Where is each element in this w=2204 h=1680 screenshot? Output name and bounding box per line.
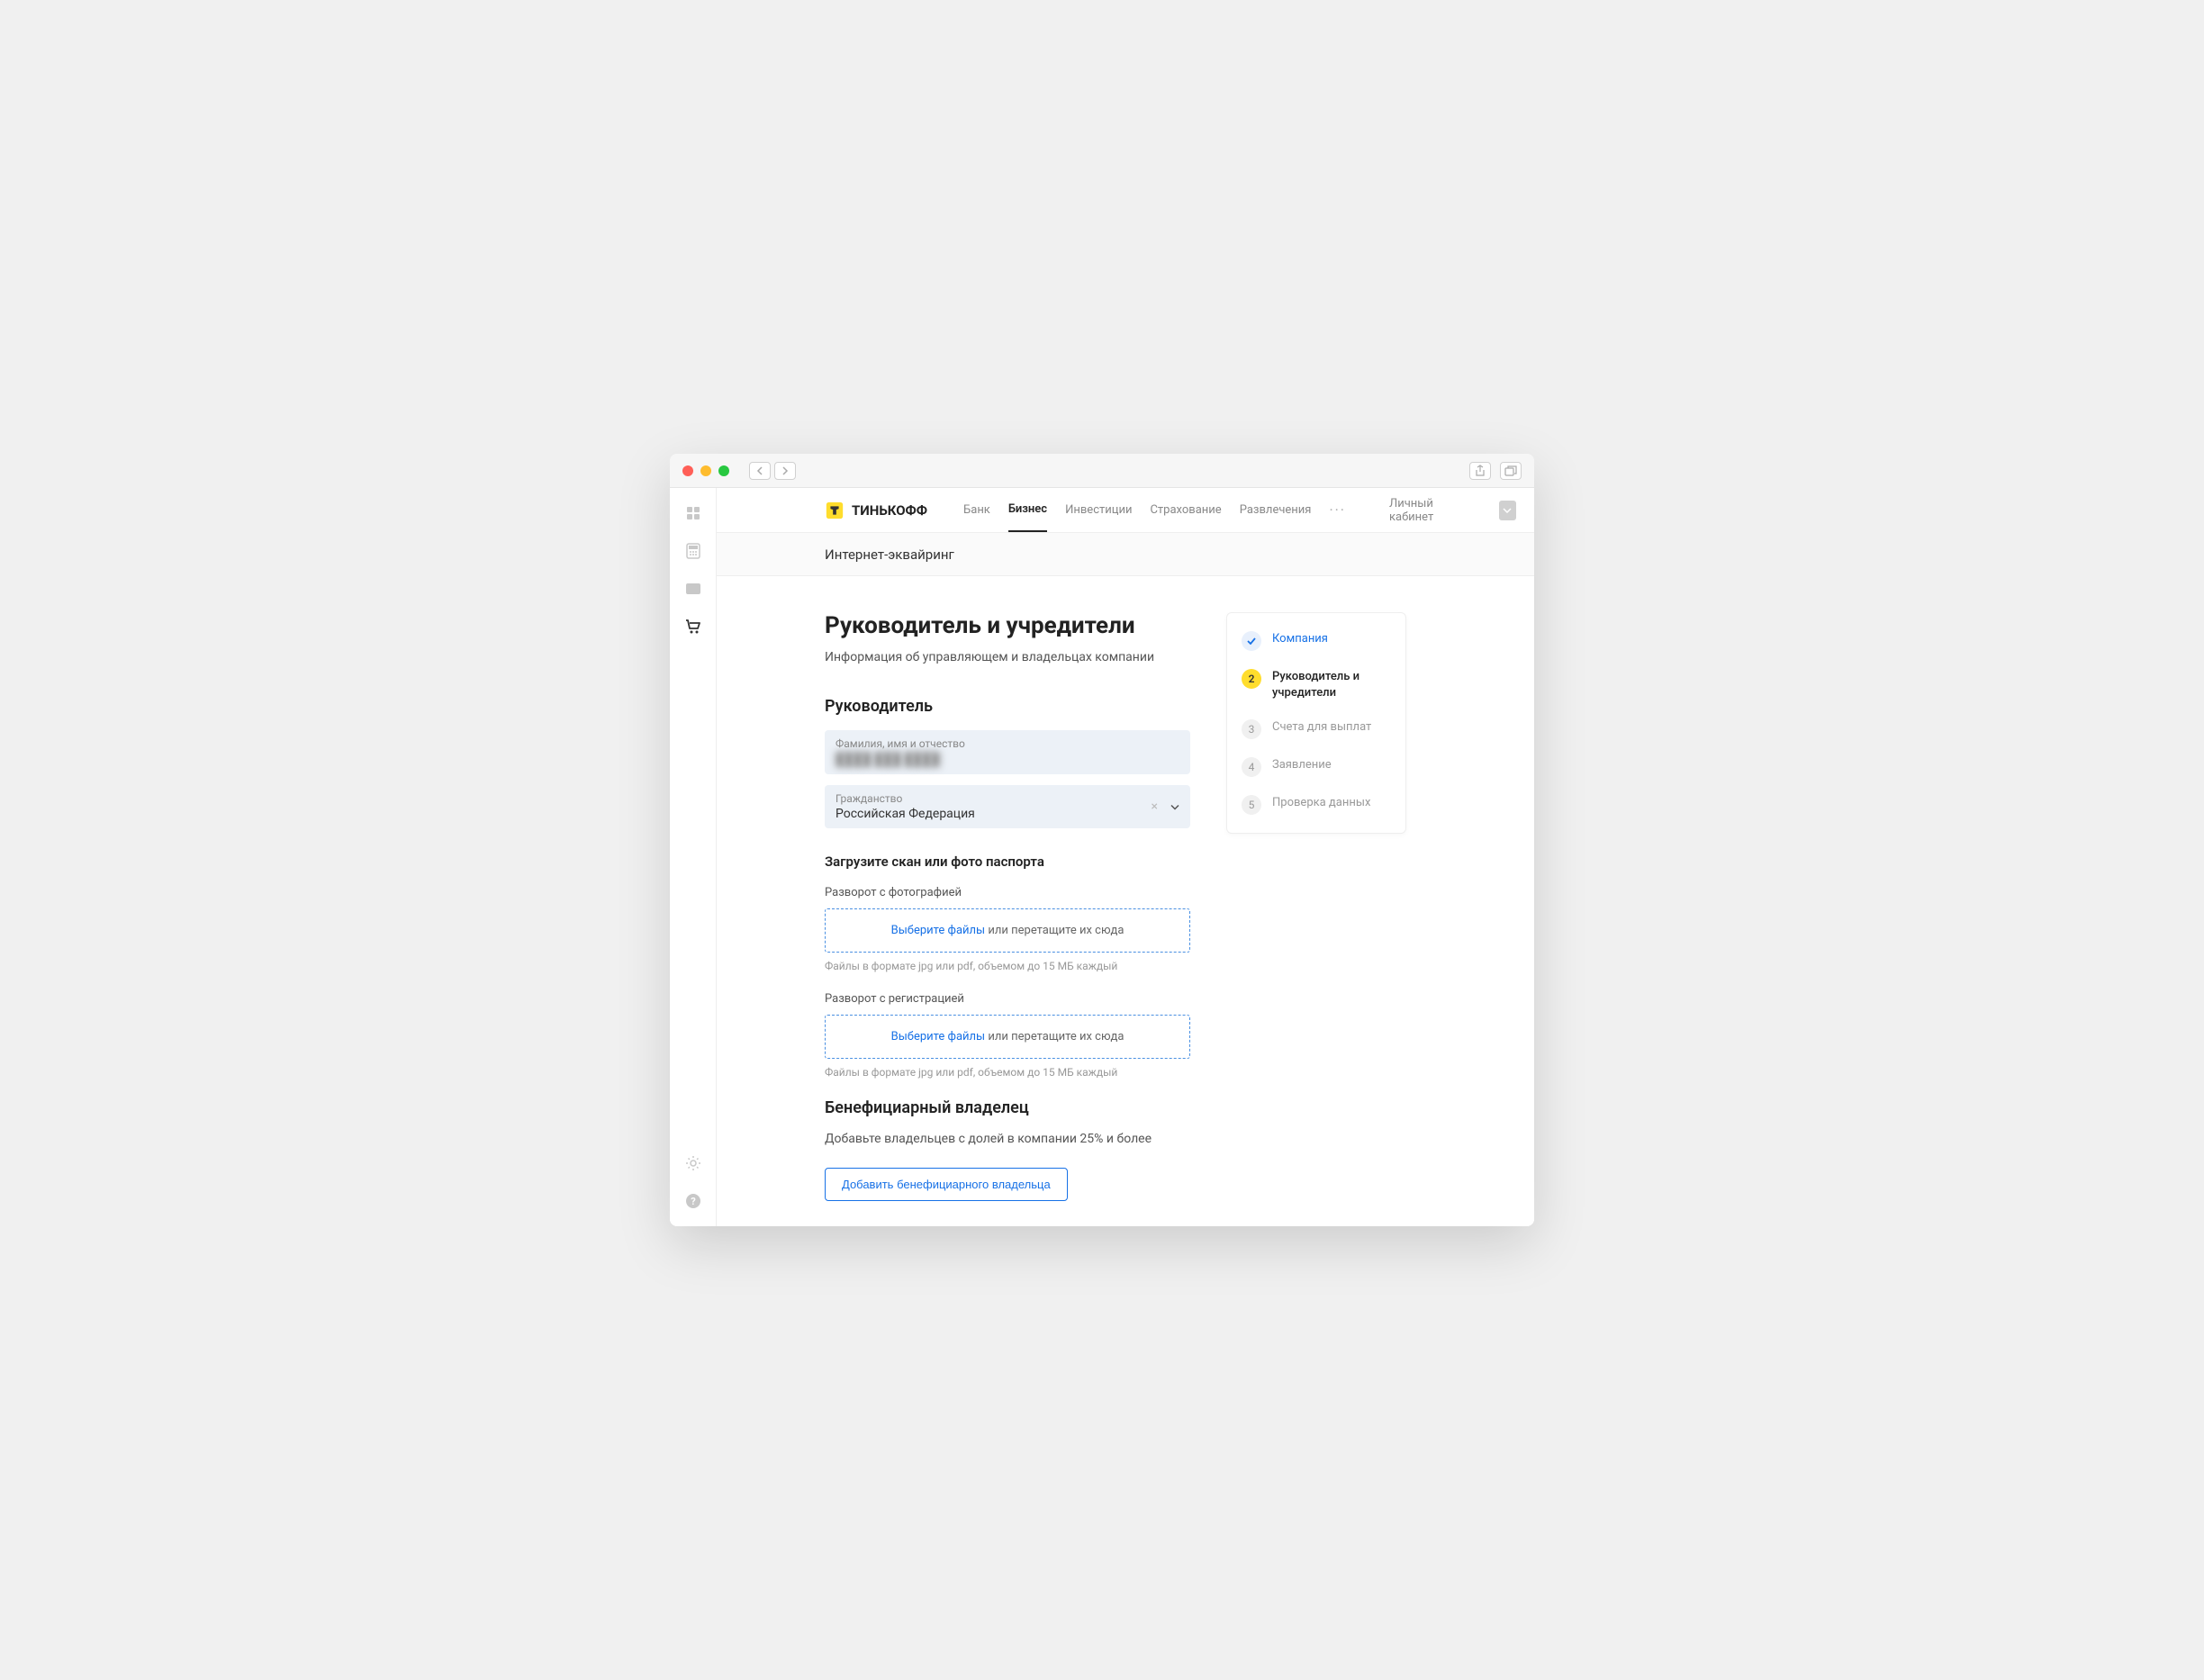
director-name-input[interactable]: Фамилия, имя и отчество ████ ███ ████ <box>825 730 1190 774</box>
step-label: Руководитель и учредители <box>1272 669 1391 701</box>
brand[interactable]: ТИНЬКОФФ <box>825 501 927 520</box>
titlebar-right <box>1469 462 1522 480</box>
page-body: Руководитель и учредители Информация об … <box>717 576 1534 1226</box>
page-title: Руководитель и учредители <box>825 612 1190 639</box>
citizenship-clear-button[interactable]: × <box>1152 799 1158 814</box>
topnav-insurance[interactable]: Страхование <box>1150 503 1221 531</box>
reg-choose-files-link[interactable]: Выберите файлы <box>891 1030 986 1043</box>
page-subtitle: Информация об управляющем и владельцах к… <box>825 650 1190 664</box>
reg-file-hint: Файлы в формате jpg или pdf, объемом до … <box>825 1066 1190 1079</box>
photo-spread-label: Разворот с фотографией <box>825 886 1190 899</box>
topbar: ТИНЬКОФФ Банк Бизнес Инвестиции Страхова… <box>717 488 1534 533</box>
step-number-badge: 3 <box>1242 719 1261 739</box>
check-icon <box>1242 631 1261 651</box>
step-label: Проверка данных <box>1272 795 1370 811</box>
photo-drag-hint: или перетащите их сюда <box>985 924 1124 937</box>
steps-card: Компания 2 Руководитель и учредители 3 С… <box>1226 612 1406 834</box>
topnav-bank[interactable]: Банк <box>963 503 990 531</box>
rail-help-button[interactable]: ? <box>684 1192 702 1210</box>
reg-spread-label: Разворот с регистрацией <box>825 992 1190 1006</box>
main-scroll[interactable]: ТИНЬКОФФ Банк Бизнес Инвестиции Страхова… <box>717 488 1534 1226</box>
nav-back-button[interactable] <box>749 462 771 480</box>
add-beneficiary-button[interactable]: Добавить бенефициарного владельца <box>825 1168 1068 1201</box>
beneficiary-section-title: Бенефициарный владелец <box>825 1098 1190 1117</box>
topnav-invest[interactable]: Инвестиции <box>1065 503 1132 531</box>
chevron-down-icon <box>1170 801 1179 813</box>
nav-forward-button[interactable] <box>774 462 796 480</box>
photo-choose-files-link[interactable]: Выберите файлы <box>891 924 986 937</box>
gear-icon <box>685 1155 701 1171</box>
form-column: Руководитель и учредители Информация об … <box>825 612 1190 1226</box>
director-name-value: ████ ███ ████ <box>836 752 1179 767</box>
left-rail: ? <box>670 488 717 1226</box>
window-close-button[interactable] <box>682 465 693 476</box>
chevron-down-icon <box>1503 508 1512 513</box>
calculator-icon <box>686 543 700 559</box>
citizenship-select[interactable]: Гражданство Российская Федерация × <box>825 785 1190 828</box>
share-button[interactable] <box>1469 462 1491 480</box>
step-number-badge: 2 <box>1242 669 1261 689</box>
rail-wallet-button[interactable] <box>684 580 702 598</box>
step-application[interactable]: 4 Заявление <box>1242 757 1391 777</box>
reg-spread-dropzone[interactable]: Выберите файлы или перетащите их сюда <box>825 1015 1190 1059</box>
chevron-left-icon <box>756 466 763 475</box>
director-name-label: Фамилия, имя и отчество <box>836 737 1179 750</box>
passport-section-title: Загрузите скан или фото паспорта <box>825 854 1190 870</box>
steps-column: Компания 2 Руководитель и учредители 3 С… <box>1226 612 1406 1226</box>
rail-settings-button[interactable] <box>684 1154 702 1172</box>
browser-content: ? ТИНЬКОФФ Банк Бизнес Инвестиции Страхо… <box>670 488 1534 1226</box>
step-number-badge: 4 <box>1242 757 1261 777</box>
nav-arrows <box>749 462 796 480</box>
rail-cart-button[interactable] <box>684 618 702 636</box>
step-verification[interactable]: 5 Проверка данных <box>1242 795 1391 815</box>
traffic-lights <box>682 465 729 476</box>
cabinet-link[interactable]: Личный кабинет <box>1389 497 1468 524</box>
subheader: Интернет-эквайринг <box>717 533 1534 576</box>
window-zoom-button[interactable] <box>718 465 729 476</box>
topnav: Банк Бизнес Инвестиции Страхование Развл… <box>963 501 1346 519</box>
browser-titlebar <box>670 454 1534 488</box>
topnav-entertainment[interactable]: Развлечения <box>1240 503 1312 531</box>
tabs-icon <box>1504 465 1517 476</box>
photo-file-hint: Файлы в формате jpg или pdf, объемом до … <box>825 960 1190 972</box>
subheader-title: Интернет-эквайринг <box>825 546 954 563</box>
wallet-icon <box>685 583 701 595</box>
tabs-button[interactable] <box>1500 462 1522 480</box>
rail-apps-button[interactable] <box>684 504 702 522</box>
step-label: Компания <box>1272 631 1328 647</box>
chevron-right-icon <box>781 466 789 475</box>
user-menu-button[interactable] <box>1499 501 1516 520</box>
window-minimize-button[interactable] <box>700 465 711 476</box>
beneficiary-subtitle: Добавьте владельцев с долей в компании 2… <box>825 1132 1190 1146</box>
topnav-business[interactable]: Бизнес <box>1008 502 1047 532</box>
browser-window: ? ТИНЬКОФФ Банк Бизнес Инвестиции Страхо… <box>670 454 1534 1226</box>
grid-icon <box>686 506 700 520</box>
brand-logo-icon <box>825 501 845 520</box>
photo-spread-dropzone[interactable]: Выберите файлы или перетащите их сюда <box>825 908 1190 953</box>
reg-drag-hint: или перетащите их сюда <box>985 1030 1124 1043</box>
svg-text:?: ? <box>691 1196 696 1207</box>
step-company[interactable]: Компания <box>1242 631 1391 651</box>
rail-calculator-button[interactable] <box>684 542 702 560</box>
brand-name: ТИНЬКОФФ <box>852 502 927 519</box>
share-icon <box>1475 465 1486 477</box>
step-accounts[interactable]: 3 Счета для выплат <box>1242 719 1391 739</box>
step-number-badge: 5 <box>1242 795 1261 815</box>
step-label: Счета для выплат <box>1272 719 1371 736</box>
director-section-title: Руководитель <box>825 697 1190 716</box>
citizenship-value: Российская Федерация <box>836 807 1179 821</box>
help-icon: ? <box>685 1193 701 1209</box>
step-director[interactable]: 2 Руководитель и учредители <box>1242 669 1391 701</box>
topnav-more-button[interactable]: ··· <box>1329 501 1346 519</box>
step-label: Заявление <box>1272 757 1332 773</box>
cart-icon <box>685 619 701 635</box>
citizenship-label: Гражданство <box>836 792 1179 805</box>
